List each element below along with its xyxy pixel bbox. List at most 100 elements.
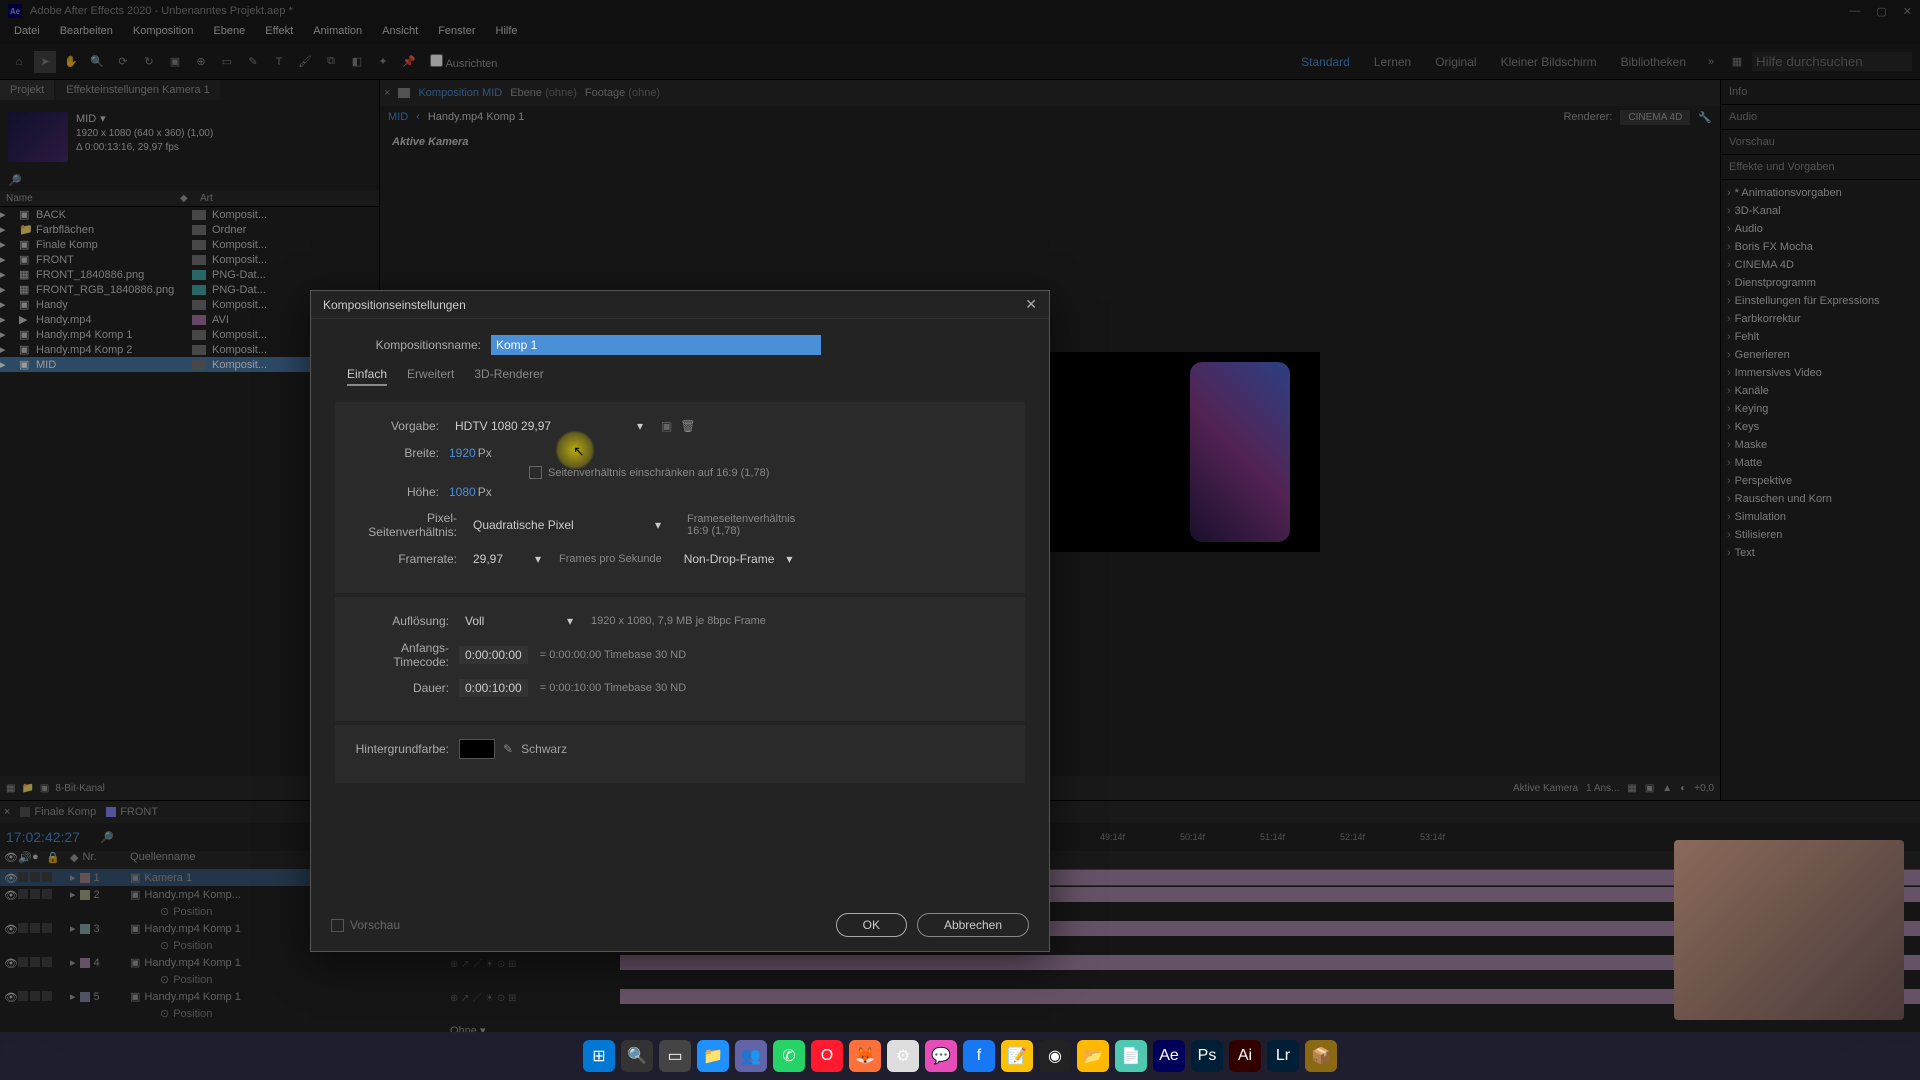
timeline-search-icon[interactable]: 🔎 (100, 831, 114, 844)
pen-tool-icon[interactable]: ✎ (242, 51, 264, 73)
fx-category[interactable]: Kanäle (1721, 382, 1920, 400)
menu-ansicht[interactable]: Ansicht (372, 22, 428, 44)
preset-select[interactable]: HDTV 1080 29,97 (449, 416, 649, 436)
fx-category[interactable]: Rauschen und Korn (1721, 490, 1920, 508)
comp-tab[interactable]: Ebene (ohne) (510, 87, 577, 99)
eye-column-icon[interactable]: 👁 (4, 851, 16, 863)
mask-icon[interactable]: ▣ (1645, 783, 1654, 794)
project-item[interactable]: ▸▦FRONT_1840886.pngPNG-Dat... (0, 267, 379, 282)
layer-property[interactable]: ⊙ Position (0, 971, 1920, 988)
taskbar-notes[interactable]: 📝 (1001, 1040, 1033, 1072)
taskbar-search[interactable]: 🔍 (621, 1040, 653, 1072)
taskbar-whatsapp[interactable]: ✆ (773, 1040, 805, 1072)
solo-column-icon[interactable]: ● (32, 851, 44, 863)
eraser-tool-icon[interactable]: ◧ (346, 51, 368, 73)
project-tab-0[interactable]: Projekt (0, 80, 54, 100)
selection-tool-icon[interactable]: ➤ (34, 51, 56, 73)
snap-checkbox[interactable] (430, 54, 443, 67)
fx-category[interactable]: 3D-Kanal (1721, 202, 1920, 220)
dialog-tab-einfach[interactable]: Einfach (347, 367, 387, 386)
panel-vorschau[interactable]: Vorschau (1721, 130, 1920, 155)
channel-icon[interactable]: ◐ (1680, 783, 1686, 794)
menu-effekt[interactable]: Effekt (255, 22, 303, 44)
renderer-button[interactable]: CINEMA 4D (1620, 110, 1690, 125)
current-time[interactable]: 17:02:42:27 (6, 829, 80, 845)
fx-category[interactable]: Matte (1721, 454, 1920, 472)
resolution-select[interactable]: Voll (459, 611, 579, 631)
par-select[interactable]: Quadratische Pixel (467, 515, 667, 535)
rotate-tool-icon[interactable]: ↻ (138, 51, 160, 73)
panel-effekte und vorgaben[interactable]: Effekte und Vorgaben (1721, 155, 1920, 180)
col-label-header[interactable]: ◆ (180, 193, 200, 204)
dialog-close-button[interactable]: ✕ (1025, 296, 1037, 313)
camera-select[interactable]: Aktive Kamera (1513, 783, 1578, 794)
comp-tab[interactable]: Komposition MID (418, 87, 502, 99)
save-preset-icon[interactable]: ▣ (661, 419, 672, 433)
rect-tool-icon[interactable]: ▭ (216, 51, 238, 73)
3d-icon[interactable]: ▲ (1662, 783, 1672, 794)
taskbar-firefox[interactable]: 🦊 (849, 1040, 881, 1072)
fx-category[interactable]: Einstellungen für Expressions (1721, 292, 1920, 310)
dropframe-select[interactable]: Non-Drop-Frame (678, 549, 799, 569)
timeline-tab-front[interactable]: FRONT (120, 806, 158, 818)
menu-fenster[interactable]: Fenster (428, 22, 485, 44)
layout-original[interactable]: Original (1425, 51, 1486, 73)
help-search[interactable] (1752, 52, 1912, 71)
height-value[interactable]: 1080 (449, 485, 476, 499)
text-tool-icon[interactable]: T (268, 51, 290, 73)
tab-close-icon[interactable]: × (4, 806, 10, 818)
taskbar-taskview[interactable]: ▭ (659, 1040, 691, 1072)
layout-bibliotheken[interactable]: Bibliotheken (1611, 51, 1696, 73)
timeline-tab-finale[interactable]: Finale Komp (34, 806, 96, 818)
dialog-tab-3d-renderer[interactable]: 3D-Renderer (474, 367, 543, 386)
project-item[interactable]: ▸▣Finale KompKomposit... (0, 237, 379, 252)
settings-icon[interactable]: 🔧 (1698, 111, 1712, 124)
fx-category[interactable]: Keys (1721, 418, 1920, 436)
layer-property[interactable]: ⊙ Position (0, 1005, 1920, 1022)
taskbar-facebook[interactable]: f (963, 1040, 995, 1072)
fx-category[interactable]: Generieren (1721, 346, 1920, 364)
col-name-header[interactable]: Name (0, 193, 180, 204)
col-type-header[interactable]: Art (200, 193, 379, 204)
eyedropper-icon[interactable]: ✎ (503, 742, 513, 756)
more-icon[interactable]: » (1700, 51, 1722, 73)
fx-category[interactable]: Farbkorrektur (1721, 310, 1920, 328)
comp-name-input[interactable] (491, 335, 821, 355)
breadcrumb-parent[interactable]: MID (388, 111, 408, 123)
fx-category[interactable]: Maske (1721, 436, 1920, 454)
dialog-tab-erweitert[interactable]: Erweitert (407, 367, 454, 386)
taskbar-teams[interactable]: 👥 (735, 1040, 767, 1072)
clone-tool-icon[interactable]: ⧉ (320, 51, 342, 73)
timeline-layer[interactable]: 👁 ▸5 ▣Handy.mp4 Komp 1 ⊕ ↗ ／ ☀ ⊙ ⊞ (0, 988, 1920, 1005)
delete-preset-icon[interactable]: 🗑 (680, 419, 695, 433)
zoom-tool-icon[interactable]: 🔍 (86, 51, 108, 73)
bit-depth[interactable]: 8-Bit-Kanal (55, 783, 104, 794)
audio-column-icon[interactable]: 🔊 (18, 851, 30, 863)
ok-button[interactable]: OK (836, 913, 907, 937)
roto-tool-icon[interactable]: ✦ (372, 51, 394, 73)
fx-category[interactable]: Text (1721, 544, 1920, 562)
minimize-button[interactable]: — (1849, 5, 1860, 18)
start-tc-value[interactable]: 0:00:00:00 (459, 646, 528, 664)
fx-category[interactable]: Stilisieren (1721, 526, 1920, 544)
dropdown-icon[interactable]: ▾ (100, 112, 106, 127)
views-select[interactable]: 1 Ans... (1586, 783, 1619, 794)
layout-standard[interactable]: Standard (1291, 51, 1360, 73)
cancel-button[interactable]: Abbrechen (917, 913, 1029, 937)
fx-category[interactable]: * Animationsvorgaben (1721, 184, 1920, 202)
layout-kleiner bildschirm[interactable]: Kleiner Bildschirm (1491, 51, 1607, 73)
menu-datei[interactable]: Datei (4, 22, 50, 44)
menu-hilfe[interactable]: Hilfe (486, 22, 528, 44)
hand-tool-icon[interactable]: ✋ (60, 51, 82, 73)
fx-category[interactable]: Fehlt (1721, 328, 1920, 346)
taskbar-windows[interactable]: ⊞ (583, 1040, 615, 1072)
label-column-icon[interactable]: ◆ (70, 851, 78, 869)
fx-category[interactable]: Keying (1721, 400, 1920, 418)
bg-color-swatch[interactable] (459, 739, 495, 759)
camera-tool-icon[interactable]: ▣ (164, 51, 186, 73)
fx-category[interactable]: Immersives Video (1721, 364, 1920, 382)
fx-category[interactable]: Audio (1721, 220, 1920, 238)
taskbar-obs[interactable]: ◉ (1039, 1040, 1071, 1072)
menu-komposition[interactable]: Komposition (123, 22, 204, 44)
grid-icon[interactable]: ▦ (1627, 783, 1636, 794)
